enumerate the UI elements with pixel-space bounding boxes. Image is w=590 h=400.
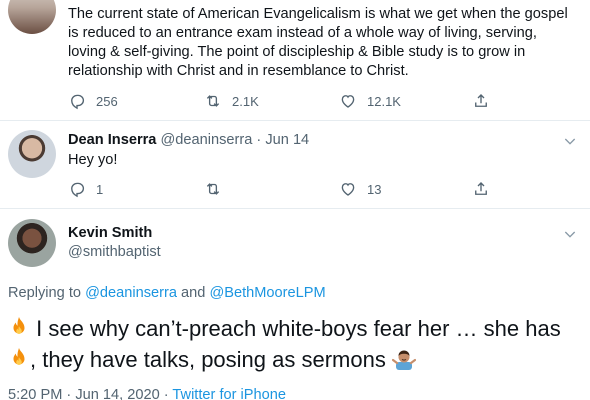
replying-prefix: Replying to xyxy=(8,285,86,301)
share-button[interactable] xyxy=(472,92,490,110)
tweet-text-part2: , they have talks, posing as sermons xyxy=(30,347,392,372)
separator: · xyxy=(252,132,266,148)
man-shrugging-emoji xyxy=(391,350,416,370)
chevron-down-icon[interactable] xyxy=(562,133,578,149)
avatar[interactable] xyxy=(8,0,56,34)
divider xyxy=(0,120,590,121)
tweet-text: I see why can’t-preach white-boys fear h… xyxy=(8,313,583,375)
display-name[interactable]: Kevin Smith xyxy=(68,225,152,241)
chevron-down-icon[interactable] xyxy=(562,226,578,242)
mention-link[interactable]: @deaninserra xyxy=(85,285,177,301)
reply-icon xyxy=(71,182,85,198)
tweet-actions: 256 2.1K 12.1K xyxy=(68,92,498,112)
avatar[interactable] xyxy=(8,219,56,267)
mention-link[interactable]: @BethMooreLPM xyxy=(209,285,325,301)
like-count: 12.1K xyxy=(367,93,401,109)
fire-emoji xyxy=(13,348,25,365)
tweet-text: Hey yo! xyxy=(68,152,118,168)
tweet-timestamp: 5:20 PM · Jun 14, 2020 · Twitter for iPh… xyxy=(8,387,286,400)
avatar[interactable] xyxy=(8,130,56,178)
reply-button[interactable]: 1 xyxy=(68,180,103,198)
reply-count: 256 xyxy=(96,93,118,109)
tweet-time[interactable]: 5:20 PM · Jun 14, 2020 · xyxy=(8,387,172,400)
heart-icon xyxy=(341,95,355,108)
retweet-count: 2.1K xyxy=(232,93,259,109)
display-name[interactable]: Dean Inserra xyxy=(68,132,156,148)
heart-icon xyxy=(341,183,355,196)
tweet-date[interactable]: Jun 14 xyxy=(265,132,309,148)
tweet-text: The current state of American Evangelica… xyxy=(68,6,568,79)
tweet-actions: 1 13 xyxy=(68,180,498,200)
source-link[interactable]: Twitter for iPhone xyxy=(172,387,286,400)
retweet-button[interactable]: 2.1K xyxy=(204,92,259,110)
replying-and: and xyxy=(176,285,210,301)
share-button[interactable] xyxy=(472,180,490,198)
share-icon xyxy=(475,94,487,107)
reply-count: 1 xyxy=(96,181,104,197)
replying-to: Replying to @deaninserra and @BethMooreL… xyxy=(8,285,326,301)
retweet-icon xyxy=(206,183,220,195)
like-button[interactable]: 12.1K xyxy=(339,92,401,110)
like-button[interactable]: 13 xyxy=(339,180,381,198)
share-icon xyxy=(475,182,487,195)
tweet-text-part1: I see why can’t-preach white-boys fear h… xyxy=(30,316,561,341)
divider xyxy=(0,208,590,209)
reply-button[interactable]: 256 xyxy=(68,92,118,110)
handle[interactable]: @smithbaptist xyxy=(68,244,161,260)
like-count: 13 xyxy=(367,181,382,197)
retweet-icon xyxy=(206,95,220,107)
fire-emoji xyxy=(13,317,25,334)
tweet-header: Dean Inserra @deaninserra · Jun 14 xyxy=(68,131,309,150)
handle[interactable]: @deaninserra xyxy=(160,132,252,148)
reply-icon xyxy=(71,94,85,110)
retweet-button[interactable] xyxy=(204,180,222,198)
